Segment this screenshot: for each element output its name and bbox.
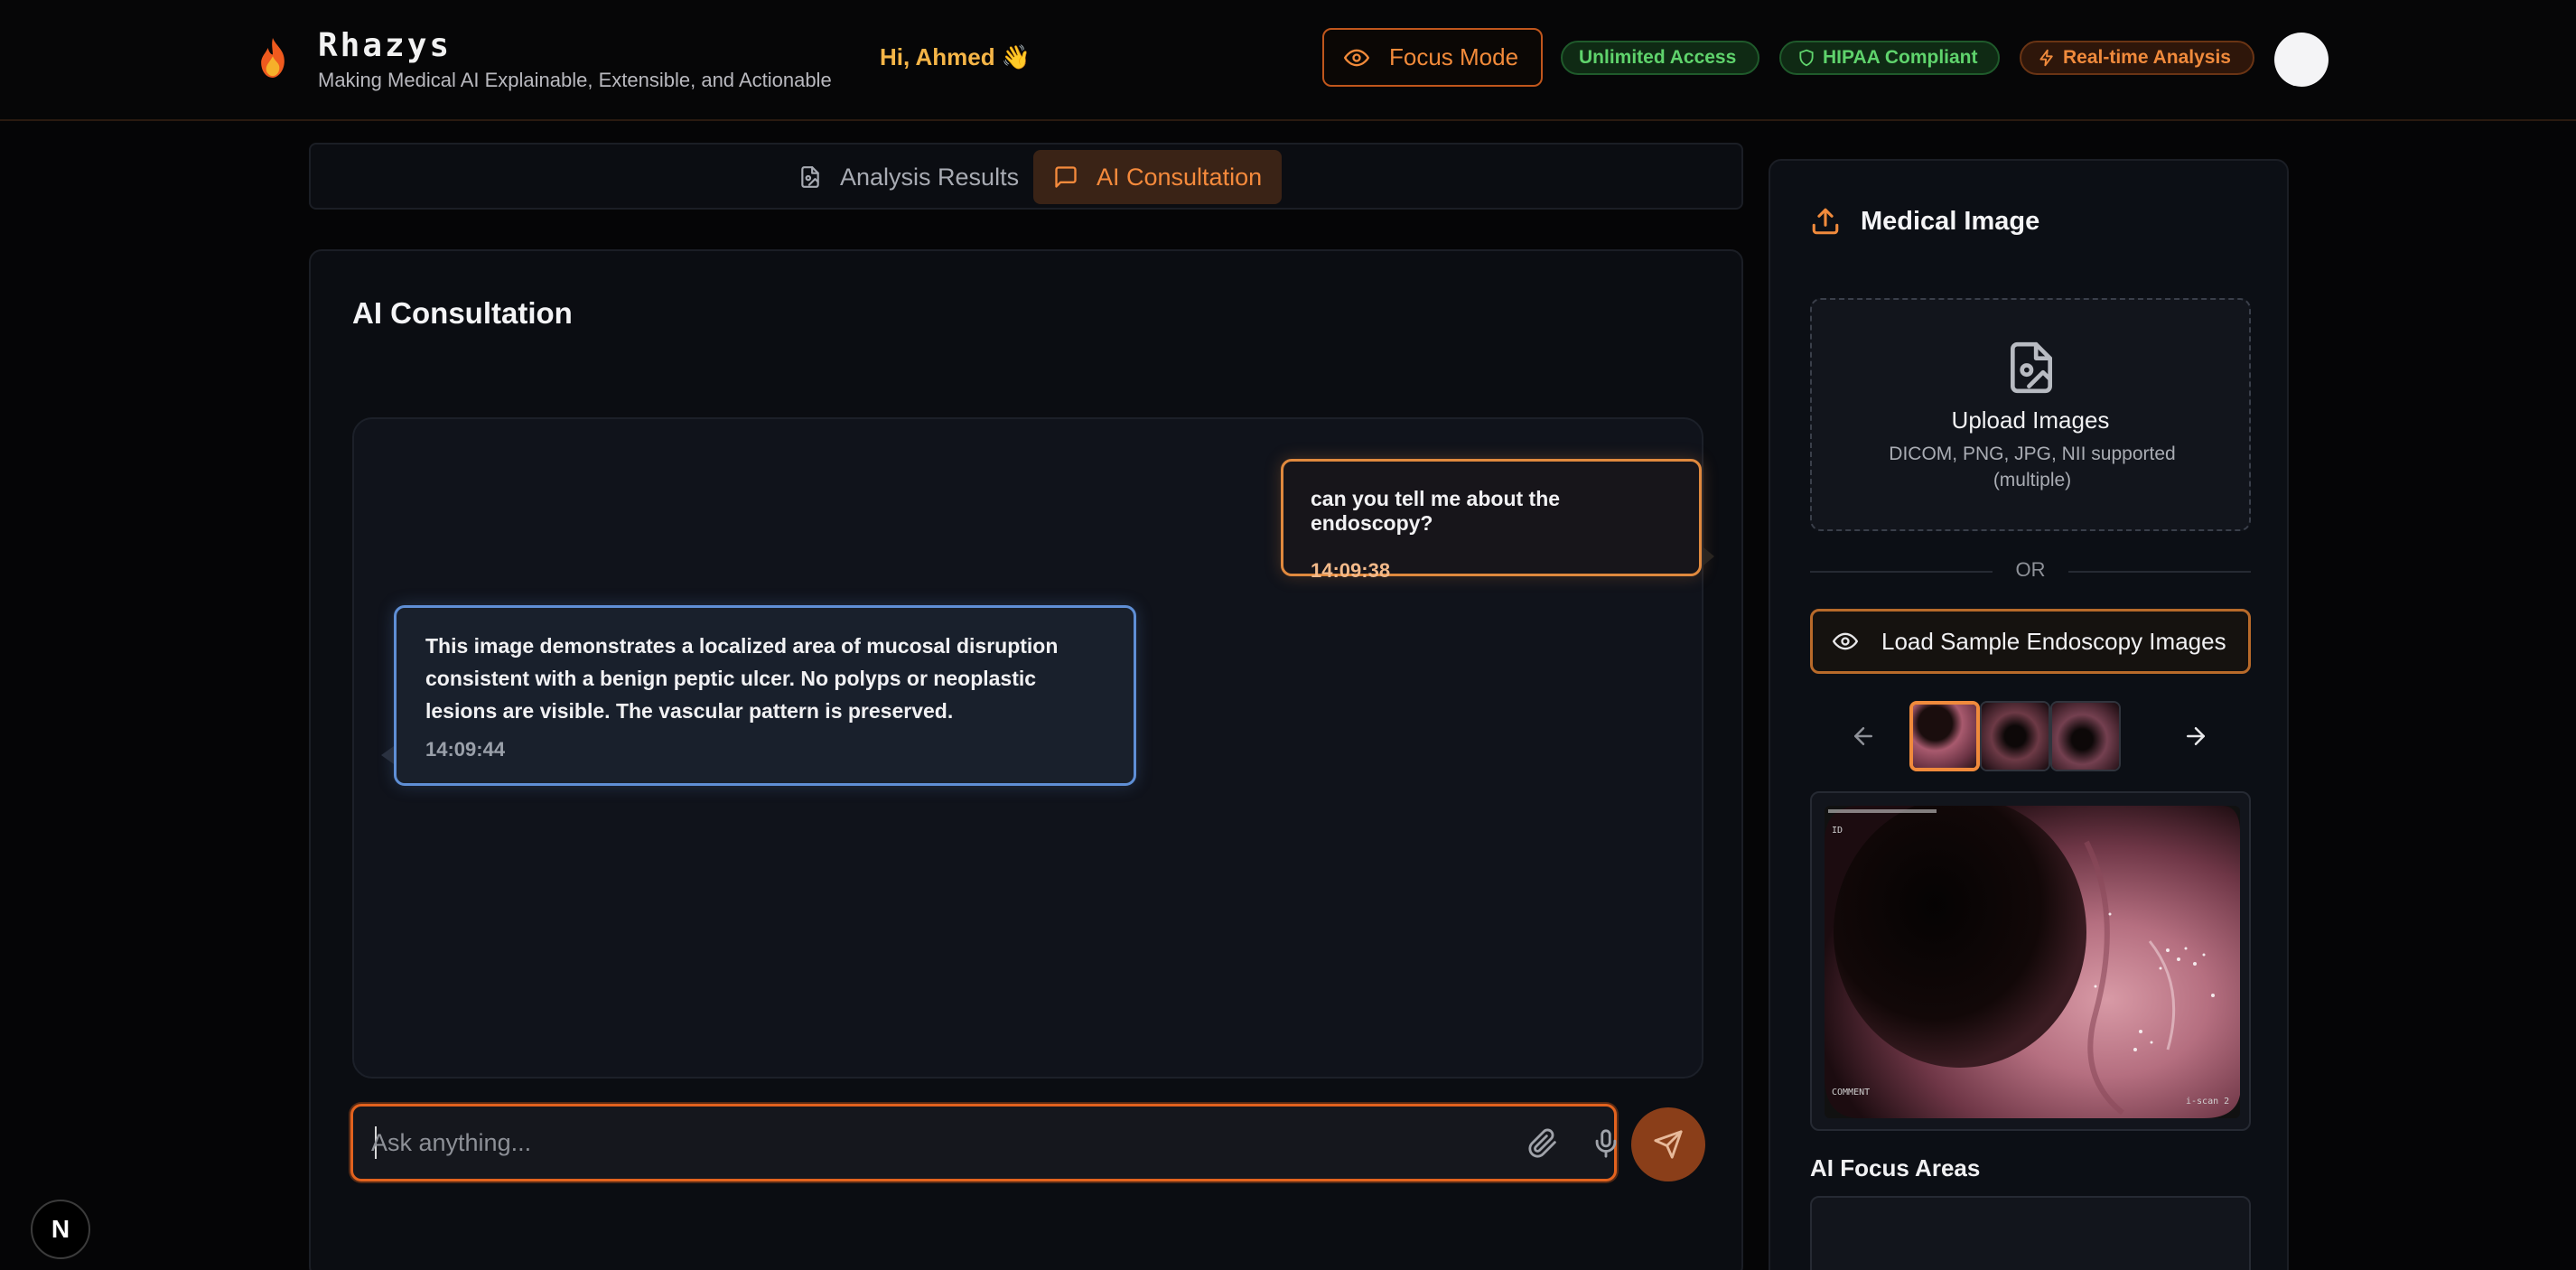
bubble-tail [381, 746, 394, 764]
ai-focus-areas-title: AI Focus Areas [1810, 1154, 1981, 1181]
nextjs-badge[interactable]: N [31, 1200, 90, 1259]
thumbnail-1[interactable] [1909, 701, 1980, 771]
eye-icon [1344, 49, 1369, 66]
arrow-right-icon[interactable] [2182, 723, 2209, 750]
n-badge-label: N [51, 1215, 70, 1243]
lightning-icon [2039, 49, 2053, 67]
image-preview: ID COMMENT i-scan 2 [1810, 791, 2251, 1131]
flame-icon [261, 38, 285, 78]
tab-label: AI Consultation [1097, 163, 1263, 191]
panel-title-text: Medical Image [1861, 206, 2040, 236]
tab-bar: Analysis Results AI Consultation [309, 143, 1743, 210]
chat-input-container [350, 1104, 1617, 1181]
badge-label: HIPAA Compliant [1823, 47, 1978, 68]
message-time: 14:09:44 [425, 738, 506, 761]
tab-label: Analysis Results [840, 163, 1020, 191]
page-title: AI Consultation [352, 296, 573, 330]
consultation-card: AI Consultation can you tell me about th… [309, 249, 1743, 1270]
endoscopy-picture: ID COMMENT i-scan 2 [1825, 806, 2240, 1118]
svg-text:COMMENT: COMMENT [1832, 1088, 1870, 1097]
realtime-badge: Real-time Analysis [2020, 41, 2254, 75]
thumbnail-3[interactable] [2050, 701, 2121, 771]
microphone-icon[interactable] [1591, 1128, 1621, 1159]
send-icon [1654, 1130, 1683, 1159]
app-header: Rhazys Making Medical AI Explainable, Ex… [0, 0, 2576, 121]
upload-formats: DICOM, PNG, JPG, NII supported (multiple… [1889, 444, 2176, 490]
upload-icon [1812, 208, 1839, 235]
badge-label: Unlimited Access [1579, 47, 1737, 68]
tab-ai-consultation[interactable]: AI Consultation [1033, 150, 1283, 204]
load-sample-images-button[interactable]: Load Sample Endoscopy Images [1810, 609, 2251, 674]
brand-tagline: Making Medical AI Explainable, Extensibl… [318, 69, 832, 91]
brand-name: Rhazys [318, 27, 453, 64]
file-image-icon [801, 166, 819, 188]
chat-input[interactable] [371, 1119, 1491, 1166]
medical-image-panel: Medical Image Upload Images DICOM, PNG, … [1769, 159, 2289, 1270]
upload-dropzone[interactable]: Upload Images DICOM, PNG, JPG, NII suppo… [1810, 298, 2251, 531]
chat-messages: can you tell me about the endoscopy? 14:… [352, 417, 1714, 1079]
upload-title: Upload Images [1951, 406, 2110, 434]
user-avatar[interactable] [2274, 33, 2329, 87]
send-button[interactable] [1631, 1107, 1705, 1181]
message-text: can you tell me about the endoscopy? [1311, 487, 1561, 535]
svg-text:i-scan 2: i-scan 2 [2186, 1097, 2229, 1107]
divider-line [2068, 571, 2251, 573]
user-greeting: Hi, Ahmed 👋 [880, 43, 1031, 70]
bubble-tail [1703, 547, 1714, 565]
or-label: OR [2015, 558, 2046, 581]
svg-text:ID: ID [1832, 826, 1843, 836]
ai-focus-areas-box [1810, 1196, 2251, 1270]
focus-mode-label: Focus Mode [1389, 43, 1519, 70]
hipaa-badge: HIPAA Compliant [1779, 41, 2000, 75]
message-time: 14:09:38 [1311, 559, 1391, 582]
badge-label: Real-time Analysis [2063, 47, 2231, 68]
message-text: This image demonstrates a localized area… [425, 634, 1059, 723]
chat-icon [1055, 166, 1077, 188]
sample-button-label: Load Sample Endoscopy Images [1881, 627, 2226, 655]
or-divider: OR [1810, 558, 2251, 585]
tab-analysis-results[interactable]: Analysis Results [780, 150, 1037, 204]
file-image-icon [2011, 341, 2052, 394]
thumbnail-2[interactable] [1980, 701, 2050, 771]
focus-mode-button[interactable]: Focus Mode [1322, 28, 1543, 87]
assistant-message: This image demonstrates a localized area… [394, 605, 1136, 786]
eye-icon [1833, 632, 1858, 650]
panel-title: Medical Image [1810, 206, 2039, 237]
user-message: can you tell me about the endoscopy? 14:… [1281, 459, 1702, 582]
arrow-left-icon[interactable] [1850, 723, 1877, 750]
unlimited-access-badge: Unlimited Access [1561, 41, 1759, 75]
thumbnail-carousel [1810, 699, 2251, 775]
shield-icon [1799, 49, 1814, 67]
paperclip-icon[interactable] [1527, 1128, 1558, 1159]
endoscopy-image[interactable]: ID COMMENT i-scan 2 [1825, 806, 2240, 1118]
